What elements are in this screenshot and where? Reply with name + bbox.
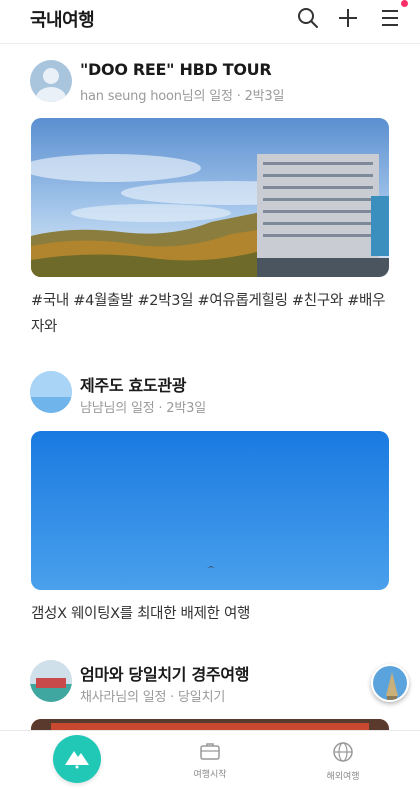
trip-meta: han seung hoon님의 일정 · 2박3일 xyxy=(80,85,284,104)
avatar[interactable] xyxy=(30,371,72,413)
menu-icon[interactable] xyxy=(376,4,404,32)
notification-dot xyxy=(401,0,408,7)
plus-icon[interactable] xyxy=(334,4,362,32)
trip-title[interactable]: 제주도 효도관광 xyxy=(80,372,187,396)
avatar[interactable] xyxy=(30,660,72,702)
trip-feed[interactable]: "DOO REE" HBD TOUR han seung hoon님의 일정 ·… xyxy=(0,45,420,730)
trip-hashtags: #국내 #4월출발 #2박3일 #여유롭게힐링 #친구와 #배우자와 xyxy=(31,293,386,335)
home-mountain-icon xyxy=(63,745,91,773)
floating-profile-avatar[interactable] xyxy=(371,664,409,702)
nav-label: 해외여행 xyxy=(326,772,360,782)
search-icon[interactable] xyxy=(294,4,322,32)
page-title: 국내여행 xyxy=(30,10,95,31)
trip-meta: 채사라님의 일정 · 당일치기 xyxy=(80,686,225,705)
trip-meta-text: 님의 일정 · 당일치기 xyxy=(115,690,226,705)
author-name: han seung hoon xyxy=(80,89,182,104)
nav-label: 여행시작 xyxy=(193,770,227,780)
author-name: 냠냠 xyxy=(80,401,104,416)
author-name: 채사라 xyxy=(80,690,116,705)
app-header: 국내여행 xyxy=(0,0,420,44)
trip-meta-text: 님의 일정 · 2박3일 xyxy=(181,89,285,104)
trip-meta: 냠냠님의 일정 · 2박3일 xyxy=(80,397,206,416)
globe-icon xyxy=(332,742,354,767)
nav-overseas[interactable]: 해외여행 xyxy=(303,741,383,782)
trip-title[interactable]: 엄마와 당일치기 경주여행 xyxy=(80,661,249,685)
trip-caption: 갬성X 웨이팅X를 최대한 배제한 여행 xyxy=(31,606,251,622)
bottom-nav: 여행시작 해외여행 xyxy=(0,730,420,789)
avatar[interactable] xyxy=(30,60,72,102)
nav-start-trip[interactable]: 여행시작 xyxy=(170,741,250,780)
trip-meta-text: 님의 일정 · 2박3일 xyxy=(103,401,207,416)
trip-image[interactable] xyxy=(31,719,389,730)
trip-image[interactable] xyxy=(31,118,389,277)
trip-title[interactable]: "DOO REE" HBD TOUR xyxy=(80,60,272,79)
home-button[interactable] xyxy=(53,735,101,783)
suitcase-icon xyxy=(199,743,221,765)
trip-image[interactable] xyxy=(31,431,389,590)
